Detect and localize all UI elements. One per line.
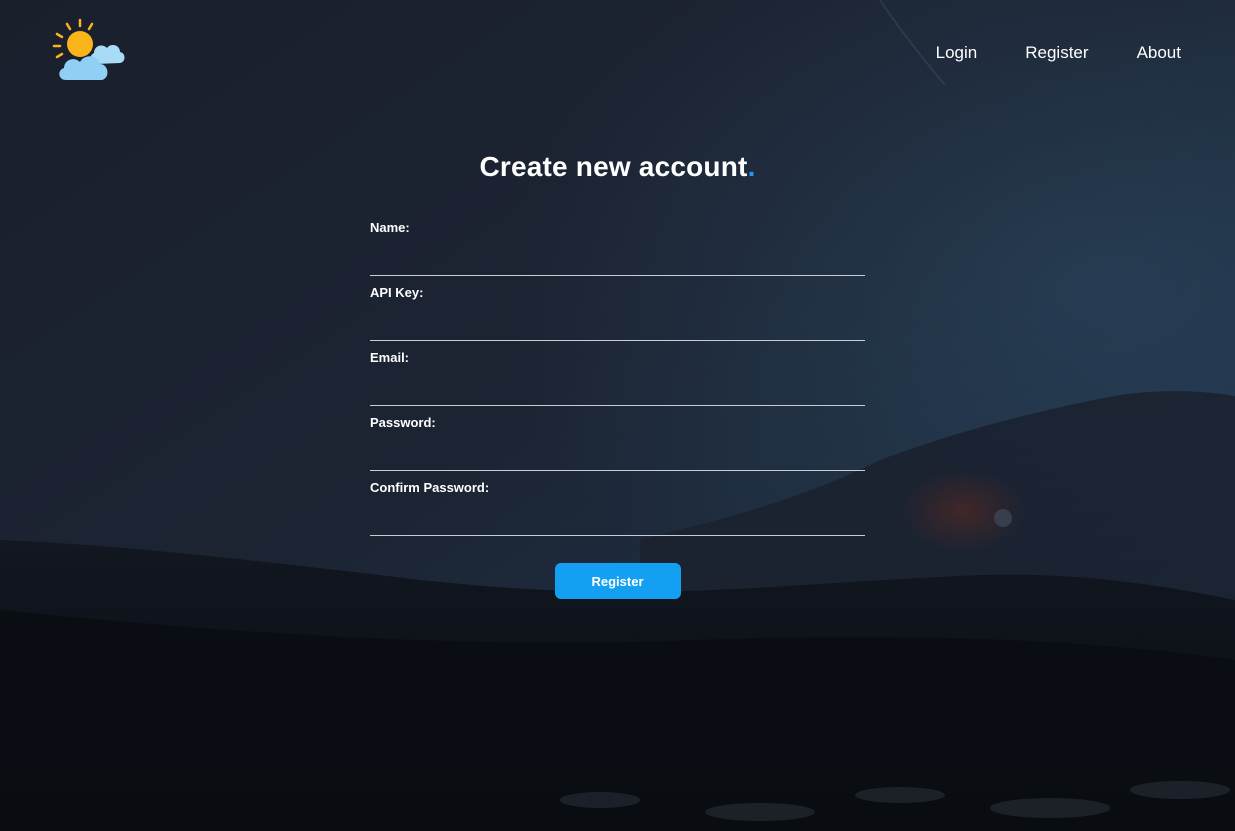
confirm-password-label: Confirm Password: [370,480,490,495]
top-nav: Login Register About [936,42,1181,64]
confirm-password-input[interactable] [370,500,865,536]
nav-about-link[interactable]: About [1137,42,1181,64]
name-label: Name: [370,220,410,235]
submit-row: Register [370,563,865,599]
page-title-text: Create new account [479,151,748,182]
nav-login-link[interactable]: Login [936,42,978,64]
sun-cloud-icon[interactable] [52,16,128,84]
title-accent-dot: . [747,151,756,182]
register-form: Create new account. Name: API Key: Email… [370,150,865,599]
name-input[interactable] [370,240,865,276]
email-label: Email: [370,350,410,365]
page-title: Create new account. [370,150,865,184]
email-field-group: Email: [370,350,865,415]
name-field-group: Name: [370,220,865,285]
confirm-password-field-group: Confirm Password: [370,480,865,545]
register-button[interactable]: Register [554,563,681,599]
nav-register-link[interactable]: Register [1025,42,1088,64]
password-input[interactable] [370,435,865,471]
api-key-label: API Key: [370,285,424,300]
api-key-input[interactable] [370,305,865,341]
email-input[interactable] [370,370,865,406]
api-key-field-group: API Key: [370,285,865,350]
password-field-group: Password: [370,415,865,480]
password-label: Password: [370,415,436,430]
